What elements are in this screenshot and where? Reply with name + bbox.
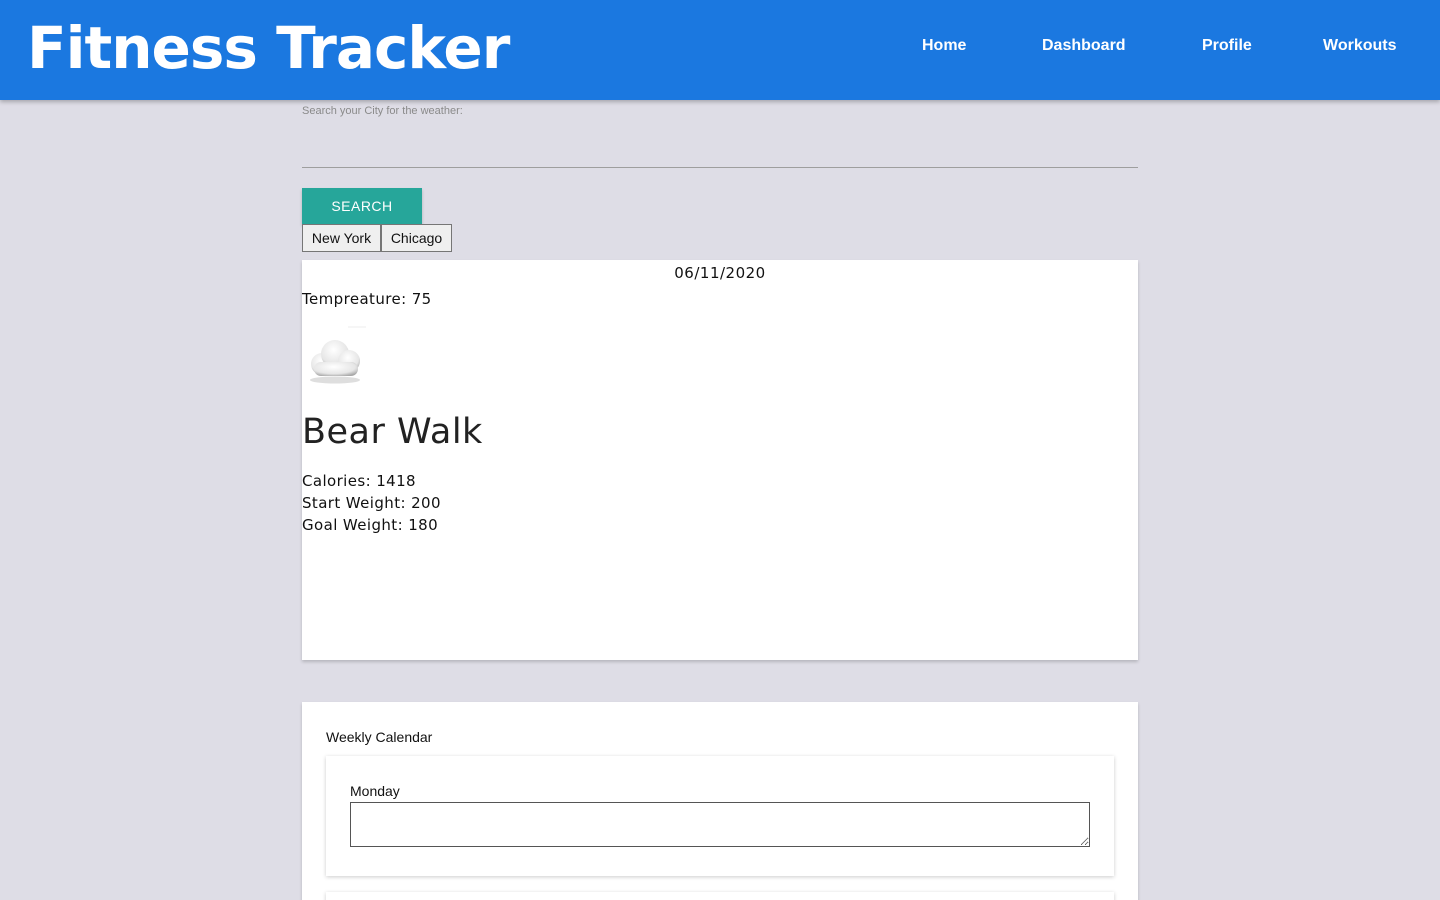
city-history-new-york-button[interactable]: New York [302, 224, 381, 252]
weekly-calendar-card: Weekly Calendar Monday [302, 702, 1138, 900]
city-search-input[interactable] [302, 130, 1138, 168]
nav-link-workouts[interactable]: Workouts [1323, 36, 1396, 56]
nav-link-home[interactable]: Home [922, 36, 966, 56]
city-history-chicago-button[interactable]: Chicago [381, 224, 452, 252]
day-label-monday: Monday [350, 783, 400, 799]
day-card-monday: Monday [326, 756, 1114, 876]
nav-link-profile[interactable]: Profile [1202, 36, 1252, 56]
weather-temperature: Tempreature: 75 [302, 290, 432, 308]
weekly-calendar-title: Weekly Calendar [326, 729, 433, 745]
city-search-label: Search your City for the weather: [302, 105, 463, 117]
weather-workout-card: 06/11/2020 Tempreature: 75 Bear Walk Cal… [302, 260, 1138, 660]
workout-title: Bear Walk [302, 412, 483, 452]
calories-value: Calories: 1418 [302, 472, 416, 490]
goal-weight-value: Goal Weight: 180 [302, 516, 439, 534]
start-weight-value: Start Weight: 200 [302, 494, 441, 512]
weather-date: 06/11/2020 [674, 264, 766, 282]
cloud-icon [304, 326, 370, 388]
monday-notes-textarea[interactable] [350, 802, 1090, 847]
nav-link-dashboard[interactable]: Dashboard [1042, 36, 1126, 56]
top-navbar: Fitness Tracker Home Dashboard Profile W… [0, 0, 1440, 100]
day-card-next [326, 892, 1114, 900]
search-button[interactable]: SEARCH [302, 188, 422, 224]
brand-logo[interactable]: Fitness Tracker [27, 10, 510, 86]
